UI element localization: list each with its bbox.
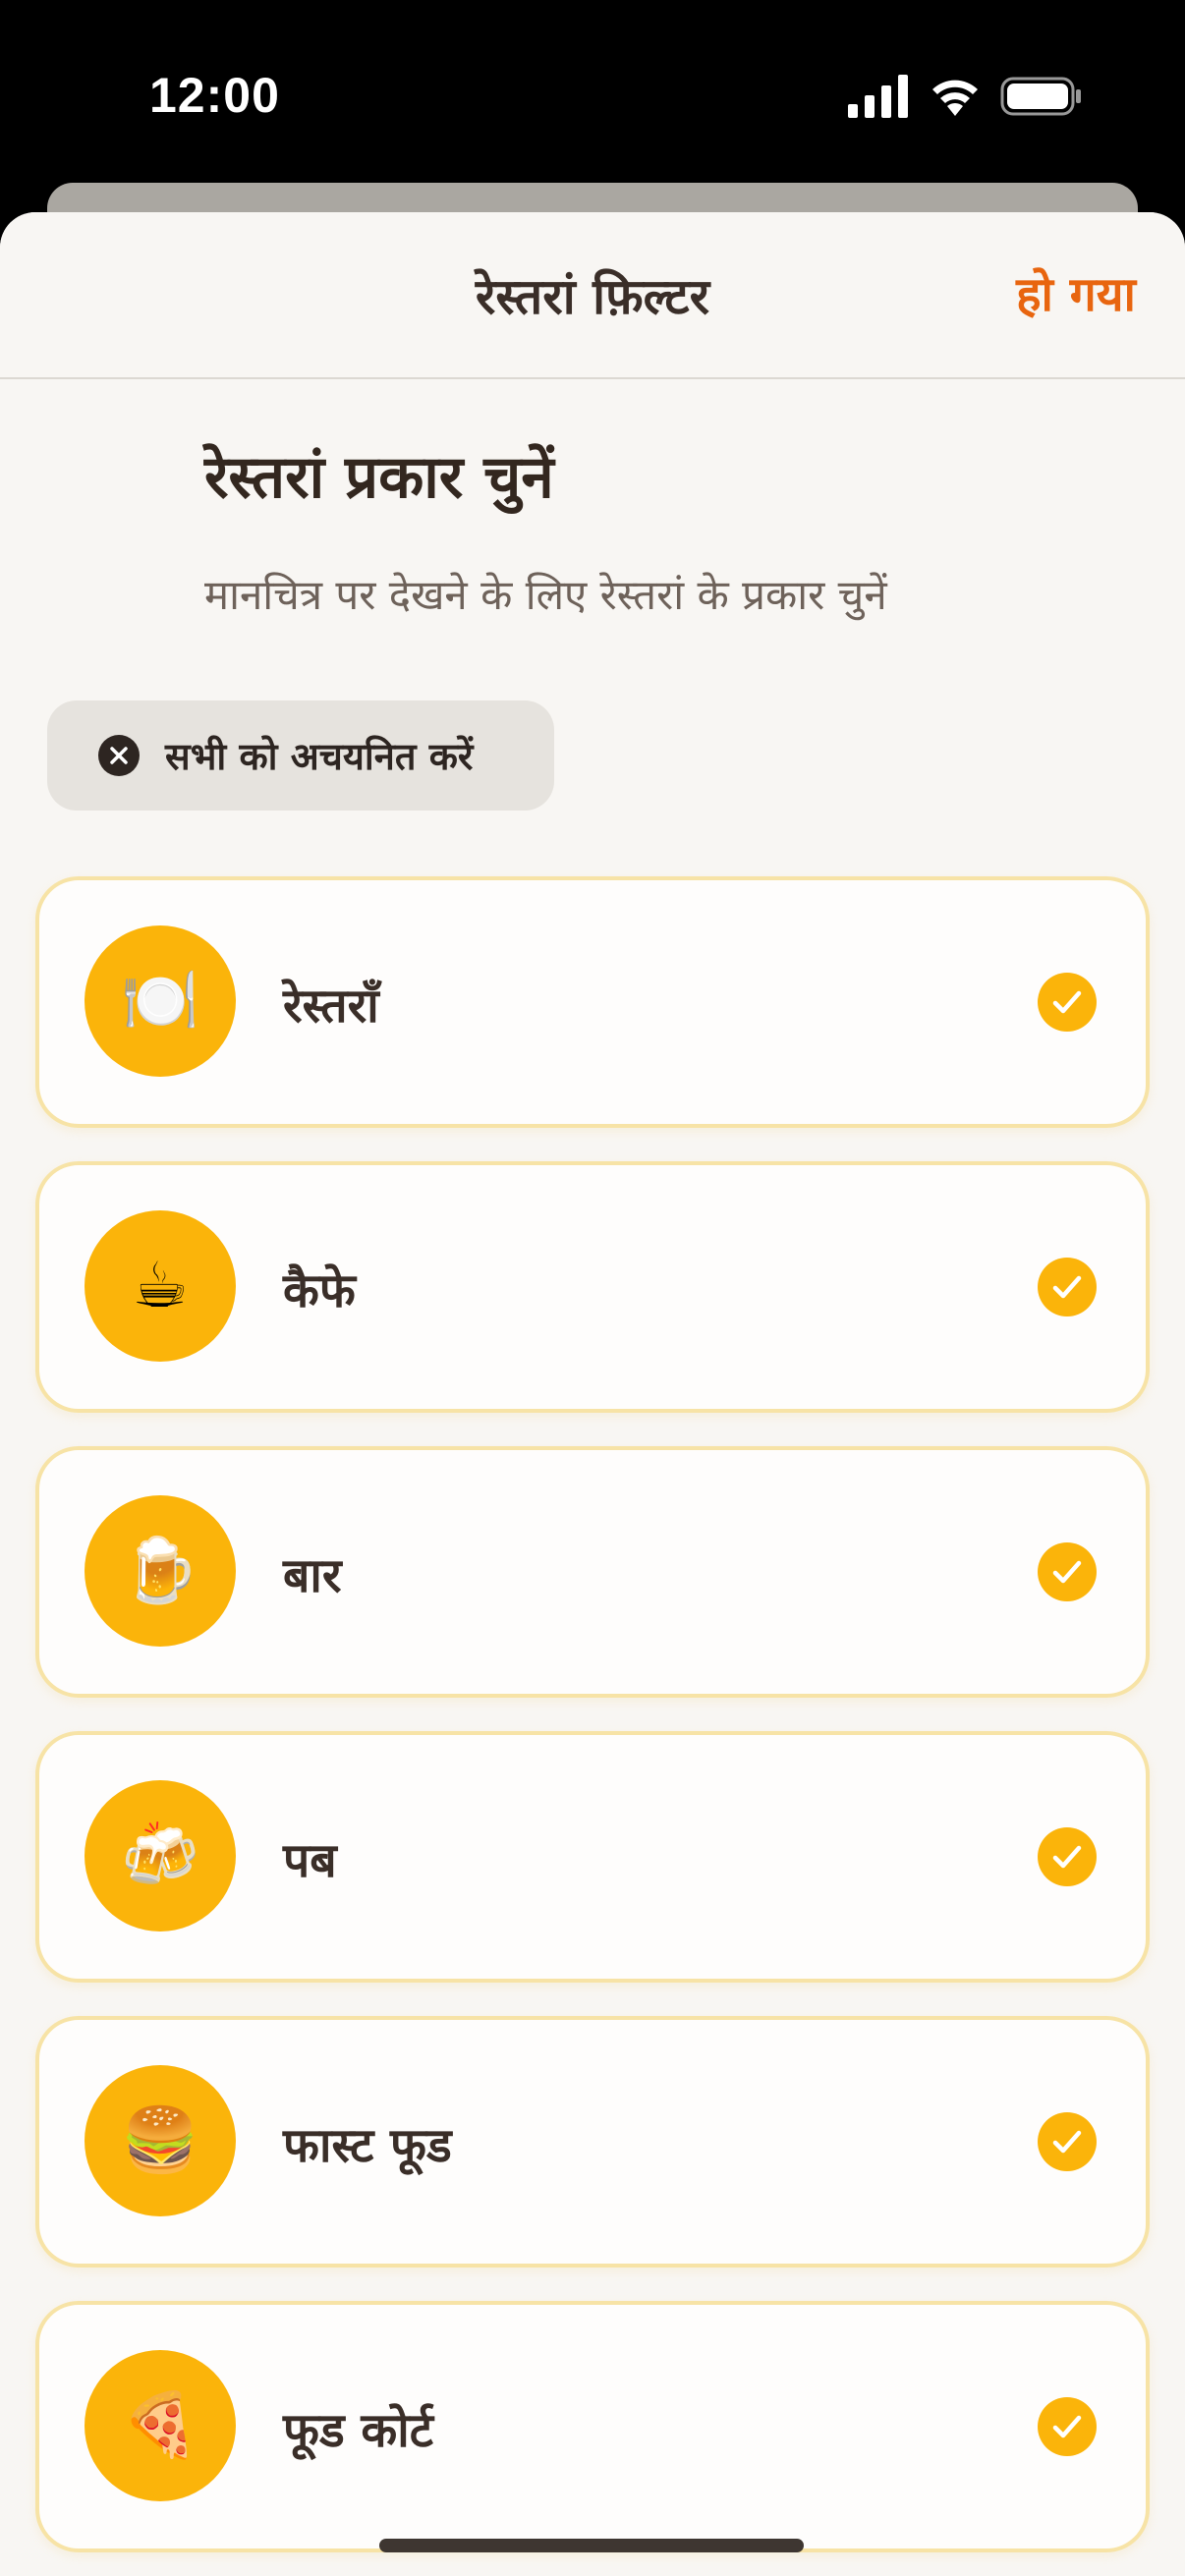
plate-cutlery-icon: 🍽️ <box>121 965 199 1037</box>
list-item[interactable]: ☕ कैफे <box>35 1161 1150 1413</box>
checkmark-icon[interactable] <box>1038 1827 1097 1886</box>
pizza-icon: 🍕 <box>121 2389 199 2462</box>
list-item[interactable]: 🍽️ रेस्तराँ <box>35 876 1150 1128</box>
item-label: फूड कोर्ट <box>283 2403 433 2458</box>
list-item[interactable]: 🍕 फूड कोर्ट <box>35 2301 1150 2552</box>
item-label: फास्ट फूड <box>283 2118 452 2173</box>
checkmark-icon[interactable] <box>1038 1258 1097 1316</box>
page-heading: रेस्तरां प्रकार चुनें <box>204 443 554 512</box>
deselect-all-label: सभी को अचयनित करें <box>165 735 474 778</box>
cellular-signal-icon <box>848 75 908 118</box>
deselect-all-button[interactable]: सभी को अचयनित करें <box>47 700 554 811</box>
item-icon-badge: ☕ <box>85 1210 236 1362</box>
item-icon-badge: 🍻 <box>85 1780 236 1932</box>
done-button[interactable]: हो गया <box>1016 261 1136 325</box>
burger-icon: 🍔 <box>121 2104 199 2177</box>
nav-title: रेस्तरां फ़िल्टर <box>475 268 710 325</box>
filter-sheet: रेस्तरां फ़िल्टर हो गया रेस्तरां प्रकार … <box>0 212 1185 2576</box>
checkmark-icon[interactable] <box>1038 1542 1097 1601</box>
beer-mug-icon: 🍺 <box>121 1535 199 1607</box>
home-indicator <box>379 2539 804 2552</box>
list-item[interactable]: 🍻 पब <box>35 1731 1150 1983</box>
item-label: पब <box>283 1833 337 1888</box>
wifi-icon <box>932 80 978 116</box>
item-label: बार <box>283 1548 342 1603</box>
item-icon-badge: 🍺 <box>85 1495 236 1647</box>
item-label: रेस्तराँ <box>283 979 379 1034</box>
coffee-cup-icon: ☕ <box>132 1250 189 1322</box>
status-time: 12:00 <box>149 68 280 123</box>
checkmark-icon[interactable] <box>1038 973 1097 1032</box>
nav-bar: रेस्तरां फ़िल्टर हो गया <box>0 212 1185 379</box>
restaurant-type-list: 🍽️ रेस्तराँ ☕ कैफे 🍺 बार 🍻 पब 🍔 फास्ट फूड 🍕 फूड कोर… <box>35 876 1150 2576</box>
battery-icon <box>1000 77 1081 116</box>
close-circle-icon <box>98 735 140 776</box>
item-icon-badge: 🍔 <box>85 2065 236 2216</box>
page-subheading: मानचित्र पर देखने के लिए रेस्तरां के प्र… <box>204 571 887 619</box>
status-bar: 12:00 <box>0 0 1185 187</box>
item-icon-badge: 🍕 <box>85 2350 236 2501</box>
checkmark-icon[interactable] <box>1038 2112 1097 2171</box>
item-icon-badge: 🍽️ <box>85 925 236 1077</box>
list-item[interactable]: 🍔 फास्ट फूड <box>35 2016 1150 2268</box>
clinking-beers-icon: 🍻 <box>121 1820 199 1892</box>
list-item[interactable]: 🍺 बार <box>35 1446 1150 1698</box>
item-label: कैफे <box>283 1263 356 1318</box>
checkmark-icon[interactable] <box>1038 2397 1097 2456</box>
